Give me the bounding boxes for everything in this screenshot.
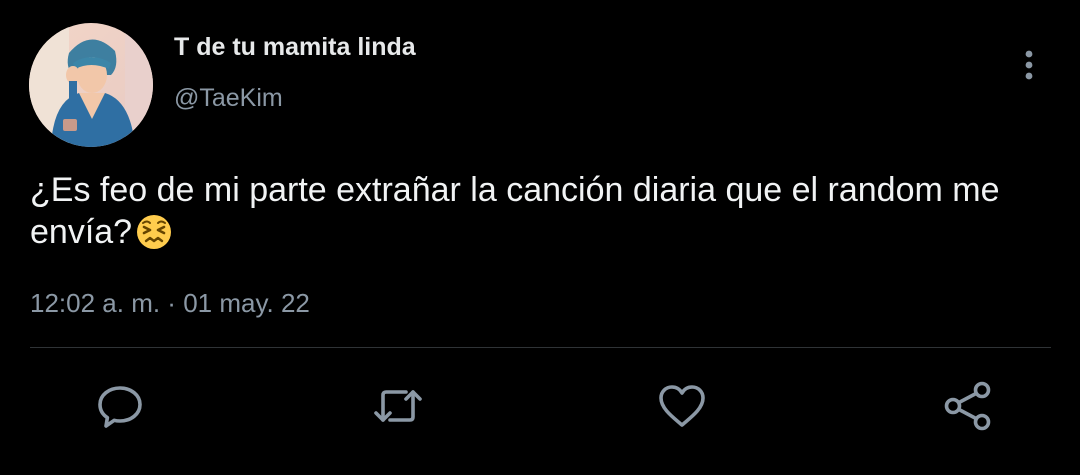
timestamp-separator: · — [160, 288, 184, 318]
heart-icon — [659, 385, 705, 427]
display-name[interactable]: T de tu mamita linda — [174, 33, 416, 62]
tweet-text-content: ¿Es feo de mi parte extrañar la canción … — [30, 171, 1000, 251]
retweet-icon — [374, 390, 422, 422]
reply-icon — [98, 386, 142, 428]
share-icon — [944, 381, 991, 431]
confounded-face-emoji — [136, 214, 172, 260]
user-handle[interactable]: @TaeKim — [174, 84, 283, 113]
avatar-photo — [29, 23, 153, 147]
tweet-time: 12:02 a. m. — [30, 288, 161, 318]
avatar[interactable] — [29, 23, 153, 147]
divider — [30, 347, 1051, 348]
share-button[interactable] — [942, 380, 994, 432]
reply-button[interactable] — [94, 380, 146, 432]
more-vertical-icon — [1025, 50, 1033, 80]
tweet-card: T de tu mamita linda @TaeKim ¿Es feo de … — [0, 0, 1080, 475]
more-options-button[interactable] — [1014, 46, 1044, 86]
tweet-timestamp[interactable]: 12:02 a. m. · 01 may. 22 — [30, 288, 310, 319]
retweet-button[interactable] — [372, 380, 424, 432]
tweet-date: 01 may. 22 — [183, 288, 310, 318]
like-button[interactable] — [656, 380, 708, 432]
tweet-text: ¿Es feo de mi parte extrañar la canción … — [30, 169, 1040, 260]
